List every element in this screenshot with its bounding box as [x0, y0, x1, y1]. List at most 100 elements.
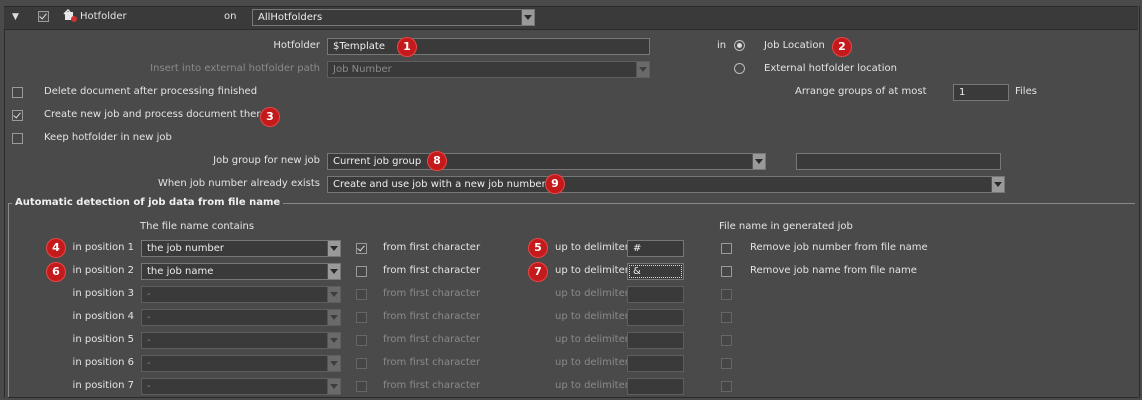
from-first-char-label: from first character: [383, 265, 481, 276]
keep-hotfolder-label: Keep hotfolder in new job: [44, 132, 172, 143]
from-first-char-checkbox[interactable]: [356, 335, 367, 346]
position-field-value: -: [147, 289, 151, 300]
chevron-down-icon: [327, 310, 340, 325]
insert-path-label: Insert into external hotfolder path: [150, 63, 320, 74]
position-field-select[interactable]: -: [141, 378, 341, 395]
from-first-char-checkbox[interactable]: [356, 312, 367, 323]
position-field-select[interactable]: -: [141, 286, 341, 303]
chevron-down-icon: [521, 10, 534, 25]
remove-from-filename-checkbox[interactable]: [721, 358, 732, 369]
arrange-groups-label: Arrange groups of at most: [795, 86, 927, 97]
chevron-down-icon: [636, 62, 649, 77]
job-exists-label: When job number already exists: [157, 178, 320, 189]
files-label: Files: [1015, 86, 1037, 97]
delete-doc-checkbox[interactable]: [12, 87, 23, 98]
delimiter-input[interactable]: [627, 378, 684, 395]
position-field-select[interactable]: the job number: [141, 240, 341, 257]
external-location-radio[interactable]: [734, 63, 745, 74]
delimiter-input[interactable]: #: [627, 240, 684, 257]
chevron-down-icon: [327, 264, 340, 279]
chevron-down-icon: [327, 333, 340, 348]
from-first-char-label: from first character: [383, 311, 481, 322]
insert-path-select[interactable]: Job Number: [327, 61, 650, 78]
delimiter-input[interactable]: [627, 286, 684, 303]
from-first-char-checkbox[interactable]: [356, 289, 367, 300]
from-first-char-label: from first character: [383, 380, 481, 391]
arrange-groups-input[interactable]: 1: [953, 84, 1009, 101]
callout-badge-8: 8: [427, 151, 447, 171]
remove-from-filename-checkbox[interactable]: [721, 335, 732, 346]
position-label: in position 4: [72, 311, 134, 322]
delimiter-label: up to delimiter: [555, 288, 629, 299]
callout-badge-1: 1: [397, 37, 417, 57]
callout-badge-6: 6: [46, 262, 66, 282]
position-field-select[interactable]: -: [141, 332, 341, 349]
collapse-triangle-icon[interactable]: ▼: [12, 10, 19, 24]
create-job-checkbox[interactable]: [12, 110, 23, 121]
job-location-radio[interactable]: [734, 40, 745, 51]
header-on-label: on: [224, 11, 237, 22]
remove-from-filename-label: Remove job number from file name: [750, 242, 928, 253]
create-job-label: Create new job and process document ther…: [44, 109, 267, 120]
callout-badge-4: 4: [46, 238, 66, 258]
hotfolder-name-input[interactable]: $Template: [327, 38, 650, 55]
from-first-char-label: from first character: [383, 334, 481, 345]
chevron-down-icon: [752, 154, 765, 169]
scope-select-value: AllHotfolders: [258, 12, 323, 23]
callout-badge-5: 5: [528, 238, 548, 258]
chevron-down-icon: [327, 356, 340, 371]
job-group-select[interactable]: Current job group: [327, 153, 766, 170]
position-field-select[interactable]: -: [141, 309, 341, 326]
in-label: in: [717, 40, 727, 51]
from-first-char-label: from first character: [383, 357, 481, 368]
delimiter-input[interactable]: [627, 355, 684, 372]
job-group-text-input[interactable]: [796, 153, 1001, 170]
callout-badge-9: 9: [545, 174, 565, 194]
remove-from-filename-checkbox[interactable]: [721, 243, 732, 254]
from-first-char-checkbox[interactable]: [356, 243, 367, 254]
delimiter-label: up to delimiter: [555, 265, 629, 276]
from-first-char-checkbox[interactable]: [356, 266, 367, 277]
position-label: in position 5: [72, 334, 134, 345]
remove-from-filename-checkbox[interactable]: [721, 381, 732, 392]
job-location-label: Job Location: [764, 40, 825, 51]
position-field-value: -: [147, 381, 151, 392]
delimiter-label: up to delimiter: [555, 334, 629, 345]
delimiter-input[interactable]: [627, 332, 684, 349]
hotfolder-enabled-checkbox[interactable]: [38, 11, 49, 22]
delete-doc-label: Delete document after processing finishe…: [44, 86, 258, 97]
position-field-value: -: [147, 358, 151, 369]
delimiter-label: up to delimiter: [555, 311, 629, 322]
position-field-select[interactable]: -: [141, 355, 341, 372]
header-hotfolder-label: Hotfolder: [80, 11, 127, 22]
auto-detect-title: Automatic detection of job data from fil…: [12, 196, 284, 210]
delimiter-label: up to delimiter: [555, 242, 629, 253]
remove-from-filename-label: Remove job name from file name: [750, 265, 917, 276]
scope-select[interactable]: AllHotfolders: [252, 9, 535, 26]
hotfolder-label: Hotfolder: [273, 40, 320, 51]
job-exists-select[interactable]: Create and use job with a new job number: [327, 176, 1005, 193]
from-first-char-label: from first character: [383, 242, 481, 253]
chevron-down-icon: [327, 287, 340, 302]
position-field-value: the job name: [147, 266, 214, 277]
job-exists-value: Create and use job with a new job number: [333, 179, 546, 190]
remove-from-filename-checkbox[interactable]: [721, 289, 732, 300]
position-field-value: the job number: [147, 243, 225, 254]
position-field-value: -: [147, 312, 151, 323]
remove-from-filename-checkbox[interactable]: [721, 266, 732, 277]
callout-badge-3: 3: [260, 107, 280, 127]
job-group-label: Job group for new job: [213, 155, 320, 166]
position-field-select[interactable]: the job name: [141, 263, 341, 280]
keep-hotfolder-checkbox[interactable]: [12, 133, 23, 144]
callout-badge-7: 7: [528, 262, 548, 282]
hotfolder-icon: [62, 8, 78, 23]
from-first-char-checkbox[interactable]: [356, 358, 367, 369]
job-group-value: Current job group: [333, 156, 422, 167]
from-first-char-checkbox[interactable]: [356, 381, 367, 392]
delimiter-input[interactable]: &: [627, 263, 684, 280]
callout-badge-2: 2: [832, 37, 852, 57]
remove-from-filename-checkbox[interactable]: [721, 312, 732, 323]
delimiter-input[interactable]: [627, 309, 684, 326]
position-label: in position 3: [72, 288, 134, 299]
chevron-down-icon: [327, 241, 340, 256]
